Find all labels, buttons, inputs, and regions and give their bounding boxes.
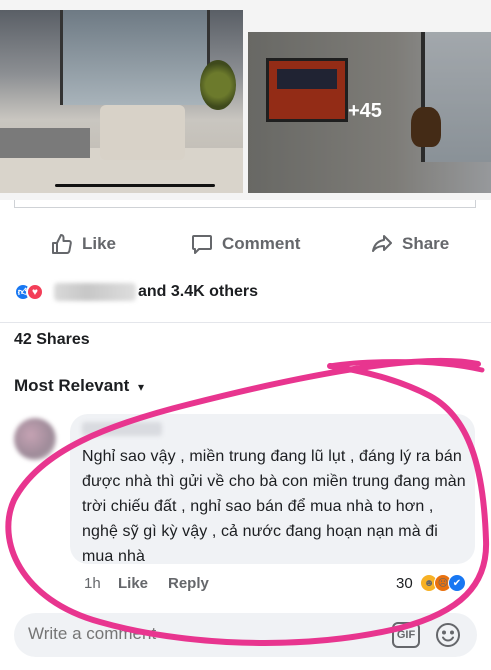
share-arrow-icon (372, 235, 392, 252)
reaction-others-text: and 3.4K others (138, 283, 259, 300)
gif-label: GIF (396, 629, 416, 641)
commenter-avatar[interactable] (14, 418, 56, 460)
photo-rug (0, 128, 90, 158)
chevron-down-icon: ▾ (137, 380, 145, 394)
post-photo-more[interactable]: +45 (248, 32, 491, 193)
photo-window (60, 10, 210, 105)
comment-reaction-icons[interactable]: ☻ ☹ ✔ (420, 574, 466, 592)
like-label: Like (82, 234, 117, 253)
comment-text: Nghỉ sao vậy , miền trung đang lũ lụt , … (82, 448, 466, 565)
post-photo-living-room[interactable] (0, 10, 243, 193)
comment-composer[interactable]: GIF (14, 613, 477, 657)
reaction-summary[interactable]: 👍︎ ♥ and 3.4K others (14, 280, 258, 304)
comment-input[interactable] (28, 624, 278, 644)
thumbs-up-icon (52, 234, 72, 254)
comment-sort-dropdown[interactable]: Most Relevant ▾ (14, 376, 144, 396)
like-button[interactable]: Like (50, 226, 116, 262)
photo-sofa (100, 105, 185, 160)
share-label: Share (402, 234, 450, 253)
comment-reply-button[interactable]: Reply (168, 575, 209, 592)
smiley-icon[interactable] (434, 621, 462, 649)
speech-bubble-icon (192, 235, 212, 254)
comment-time[interactable]: 1h (84, 575, 101, 592)
comment-meta: 1h Like Reply 30 ☻ ☹ ✔ (84, 574, 484, 594)
comment-bubble: Nghỉ sao vậy , miền trung đang lũ lụt , … (70, 414, 475, 565)
reaction-icons: 👍︎ ♥ (14, 283, 48, 301)
share-button[interactable]: Share (370, 226, 449, 262)
shares-count[interactable]: 42 Shares (14, 331, 90, 349)
section-divider (0, 322, 491, 323)
comment-reaction-count[interactable]: 30 (396, 575, 413, 592)
post-card-edge (14, 200, 476, 208)
gif-button[interactable]: GIF (392, 622, 420, 648)
blurred-reactor-names (54, 283, 136, 301)
more-photos-count: +45 (348, 100, 382, 122)
blurred-commenter-name[interactable] (82, 422, 162, 436)
comment-label: Comment (222, 234, 301, 253)
love-reaction-icon: ♥ (26, 283, 44, 301)
like-reaction-icon: ✔ (448, 574, 466, 592)
sort-label: Most Relevant (14, 376, 130, 395)
comment-button[interactable]: Comment (190, 226, 300, 262)
video-scrubber-bar[interactable] (55, 184, 215, 187)
post-photo-grid: +45 (0, 0, 491, 200)
photo-plant (200, 60, 236, 110)
post-action-bar: Like Comment Share (0, 226, 491, 262)
comment-like-button[interactable]: Like (118, 575, 148, 592)
